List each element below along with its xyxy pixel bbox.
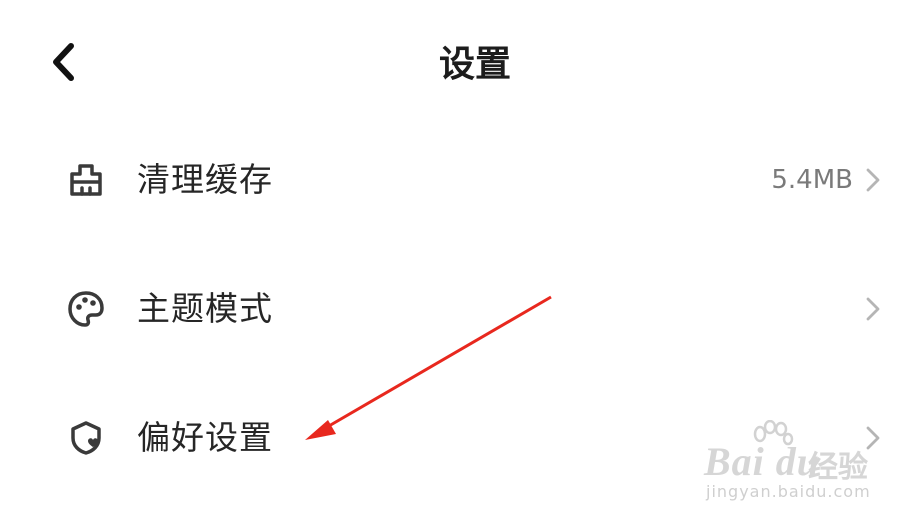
settings-item-theme-mode[interactable]: 主题模式: [0, 244, 921, 373]
broom-clean-icon: [64, 158, 108, 202]
chevron-right-icon: [866, 426, 880, 450]
cache-size-value: 5.4MB: [771, 165, 853, 195]
header: 设置: [0, 0, 921, 130]
page-title: 设置: [438, 44, 511, 85]
shield-heart-icon: [64, 416, 108, 460]
settings-item-label: 偏好设置: [137, 418, 273, 457]
settings-item-preferences[interactable]: 偏好设置: [0, 373, 921, 502]
settings-item-label: 主题模式: [137, 289, 273, 328]
settings-item-label: 清理缓存: [137, 160, 273, 199]
settings-item-clear-cache[interactable]: 清理缓存 5.4MB: [0, 115, 921, 244]
palette-icon: [64, 287, 108, 331]
chevron-right-icon: [866, 297, 880, 321]
chevron-right-icon: [866, 168, 880, 192]
settings-list: 清理缓存 5.4MB 主题模式 偏好设置: [0, 115, 921, 502]
